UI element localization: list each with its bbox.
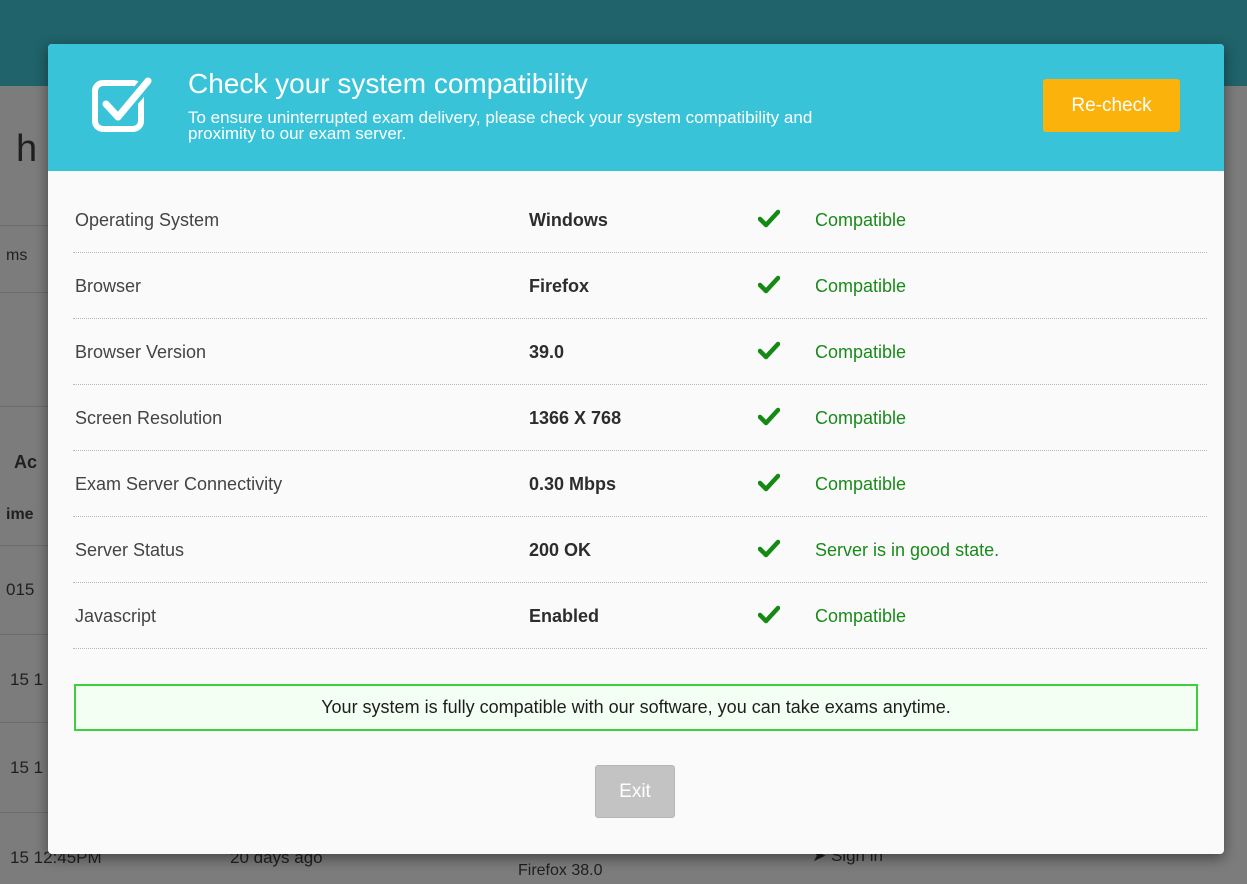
background-row-cell: 15 1 [10, 758, 44, 777]
compatibility-dialog: Check your system compatibility To ensur… [48, 44, 1224, 854]
background-tab: ms [6, 247, 28, 264]
row-value: 200 OK [529, 540, 592, 560]
row-label: Browser [75, 276, 142, 296]
dialog-title: Check your system compatibility [188, 68, 588, 99]
row-status: Compatible [815, 342, 907, 362]
background-row-cell: 15 1 [10, 670, 44, 689]
row-label: Browser Version [75, 342, 207, 362]
background-section-heading: Ac [14, 452, 38, 472]
background-browser-cell: Firefox 38.0 [518, 862, 603, 879]
row-label: Javascript [75, 606, 157, 626]
row-status: Compatible [815, 606, 907, 626]
row-value: Windows [529, 210, 608, 230]
row-status: Compatible [815, 408, 907, 428]
background-row-cell: 015 [6, 580, 35, 599]
checkmark-icon [758, 539, 780, 558]
dialog-subtitle: To ensure uninterrupted exam delivery, p… [188, 108, 813, 143]
background-column-header: ime [6, 506, 34, 523]
dialog-header: Check your system compatibility To ensur… [48, 44, 1224, 171]
background-divider [0, 812, 48, 813]
checkmark-icon [758, 473, 780, 492]
row-value: 0.30 Mbps [529, 474, 617, 494]
row-value: 1366 X 768 [529, 408, 622, 428]
table-row: Exam Server Connectivity 0.30 Mbps Compa… [73, 451, 1207, 517]
exit-button[interactable]: Exit [595, 765, 675, 818]
table-row: Server Status 200 OK Server is in good s… [73, 517, 1207, 583]
background-divider [0, 634, 48, 635]
table-row: Screen Resolution 1366 X 768 Compatible [73, 385, 1207, 451]
checkmark-icon [758, 275, 780, 294]
row-status: Compatible [815, 210, 907, 230]
background-divider [0, 722, 48, 723]
background-divider [0, 406, 48, 407]
row-value: 39.0 [529, 342, 565, 362]
table-row: Browser Firefox Compatible [73, 253, 1207, 319]
compatibility-table: Operating System Windows Compatible Brow… [73, 187, 1207, 649]
recheck-button[interactable]: Re-check [1043, 79, 1180, 132]
checkbox-checked-icon [92, 74, 154, 132]
checkmark-icon [758, 605, 780, 624]
background-divider [0, 545, 48, 546]
table-row: Javascript Enabled Compatible [73, 583, 1207, 649]
row-label: Operating System [75, 210, 220, 230]
row-status: Compatible [815, 474, 907, 494]
row-status: Server is in good state. [815, 540, 1000, 560]
row-value: Firefox [529, 276, 590, 296]
row-label: Server Status [75, 540, 185, 560]
compatibility-notice: Your system is fully compatible with our… [74, 684, 1198, 731]
checkmark-icon [758, 341, 780, 360]
row-label: Screen Resolution [75, 408, 223, 428]
background-divider [0, 292, 48, 293]
row-label: Exam Server Connectivity [75, 474, 283, 494]
background-divider [0, 225, 48, 226]
checkmark-icon [758, 209, 780, 228]
row-status: Compatible [815, 276, 907, 296]
table-row: Operating System Windows Compatible [73, 187, 1207, 253]
checkmark-icon [758, 407, 780, 426]
background-heading: h [16, 128, 38, 170]
row-value: Enabled [529, 606, 600, 626]
table-row: Browser Version 39.0 Compatible [73, 319, 1207, 385]
